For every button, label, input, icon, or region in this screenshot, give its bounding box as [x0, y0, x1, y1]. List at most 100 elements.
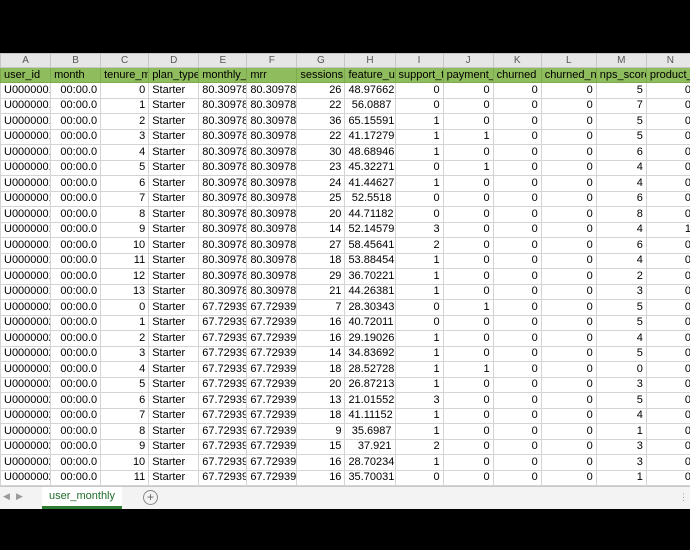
table-cell[interactable]: 0: [492, 438, 542, 455]
table-cell[interactable]: 29.19026: [344, 330, 396, 347]
table-cell[interactable]: 5: [595, 113, 647, 130]
table-cell[interactable]: U0000001: [0, 237, 52, 254]
table-cell[interactable]: Starter: [148, 268, 200, 285]
table-cell[interactable]: 16: [296, 314, 346, 331]
table-cell[interactable]: 0: [492, 345, 542, 362]
table-cell[interactable]: 7: [100, 190, 150, 207]
column-letter[interactable]: A: [0, 53, 52, 68]
table-cell[interactable]: 00:00.0: [50, 113, 102, 130]
table-cell[interactable]: 1: [442, 159, 494, 176]
table-cell[interactable]: 0: [492, 454, 542, 471]
table-cell[interactable]: U0000001: [0, 97, 52, 114]
table-cell[interactable]: Starter: [148, 144, 200, 161]
table-cell[interactable]: 0: [442, 268, 494, 285]
table-cell[interactable]: 80.30978: [198, 144, 248, 161]
column-letter[interactable]: E: [198, 53, 248, 68]
table-cell[interactable]: 00:00.0: [50, 299, 102, 316]
column-header[interactable]: payment_i: [442, 67, 494, 83]
table-cell[interactable]: 00:00.0: [50, 469, 102, 486]
table-cell[interactable]: 3: [394, 221, 444, 238]
table-cell[interactable]: 0: [645, 97, 690, 114]
table-cell[interactable]: 10: [100, 454, 150, 471]
table-cell[interactable]: 52.5518: [344, 190, 396, 207]
sheet-tab-user-monthly[interactable]: user_monthly: [42, 487, 122, 509]
table-cell[interactable]: 34.83692: [344, 345, 396, 362]
table-cell[interactable]: 00:00.0: [50, 128, 102, 145]
column-letter[interactable]: F: [246, 53, 298, 68]
table-cell[interactable]: 0: [442, 283, 494, 300]
table-cell[interactable]: U0000002: [0, 345, 52, 362]
table-cell[interactable]: 0: [645, 283, 690, 300]
table-cell[interactable]: 1: [394, 252, 444, 269]
table-cell[interactable]: 0: [645, 82, 690, 99]
table-cell[interactable]: 80.30978: [246, 97, 298, 114]
table-cell[interactable]: 30: [296, 144, 346, 161]
column-header[interactable]: nps_score: [595, 67, 647, 83]
table-cell[interactable]: 0: [645, 345, 690, 362]
table-cell[interactable]: 1: [442, 128, 494, 145]
table-cell[interactable]: 00:00.0: [50, 376, 102, 393]
table-cell[interactable]: 12: [100, 268, 150, 285]
table-cell[interactable]: 80.30978: [198, 97, 248, 114]
table-cell[interactable]: 0: [540, 469, 597, 486]
table-cell[interactable]: 0: [442, 392, 494, 409]
column-letter[interactable]: C: [100, 53, 150, 68]
table-cell[interactable]: 0: [492, 190, 542, 207]
table-cell[interactable]: 0: [645, 438, 690, 455]
column-header[interactable]: mrr: [246, 67, 298, 83]
table-cell[interactable]: Starter: [148, 345, 200, 362]
table-cell[interactable]: 0: [645, 392, 690, 409]
table-cell[interactable]: 16: [296, 454, 346, 471]
table-cell[interactable]: 3: [595, 438, 647, 455]
table-cell[interactable]: 16: [296, 469, 346, 486]
table-cell[interactable]: 48.68946: [344, 144, 396, 161]
table-cell[interactable]: 00:00.0: [50, 423, 102, 440]
table-cell[interactable]: 9: [100, 221, 150, 238]
column-header[interactable]: user_id: [0, 67, 52, 83]
column-letter[interactable]: H: [344, 53, 396, 68]
table-cell[interactable]: 2: [595, 268, 647, 285]
table-cell[interactable]: 4: [100, 144, 150, 161]
table-cell[interactable]: 1: [394, 175, 444, 192]
table-cell[interactable]: 0: [492, 159, 542, 176]
table-cell[interactable]: 0: [492, 361, 542, 378]
table-cell[interactable]: 0: [540, 299, 597, 316]
table-cell[interactable]: U0000001: [0, 206, 52, 223]
table-cell[interactable]: 0: [645, 407, 690, 424]
table-cell[interactable]: 80.30978: [246, 159, 298, 176]
table-cell[interactable]: Starter: [148, 190, 200, 207]
table-cell[interactable]: 0: [540, 190, 597, 207]
table-cell[interactable]: 53.88454: [344, 252, 396, 269]
table-cell[interactable]: Starter: [148, 283, 200, 300]
table-cell[interactable]: 4: [595, 221, 647, 238]
column-header[interactable]: month: [50, 67, 102, 83]
table-cell[interactable]: 0: [540, 345, 597, 362]
table-cell[interactable]: 0: [540, 159, 597, 176]
table-cell[interactable]: 80.30978: [246, 128, 298, 145]
table-cell[interactable]: 80.30978: [246, 221, 298, 238]
table-cell[interactable]: 1: [394, 376, 444, 393]
table-cell[interactable]: 4: [595, 407, 647, 424]
table-cell[interactable]: 67.72939: [198, 345, 248, 362]
table-cell[interactable]: 3: [100, 345, 150, 362]
table-cell[interactable]: 67.72939: [246, 454, 298, 471]
column-header[interactable]: feature_us: [344, 67, 396, 83]
table-cell[interactable]: 67.72939: [246, 345, 298, 362]
table-cell[interactable]: 0: [442, 97, 494, 114]
table-cell[interactable]: 7: [100, 407, 150, 424]
table-cell[interactable]: 41.17279: [344, 128, 396, 145]
table-cell[interactable]: 4: [595, 252, 647, 269]
table-cell[interactable]: 0: [394, 299, 444, 316]
column-header[interactable]: sessions: [296, 67, 346, 83]
table-cell[interactable]: 4: [595, 330, 647, 347]
table-cell[interactable]: 0: [492, 268, 542, 285]
table-cell[interactable]: 80.30978: [246, 237, 298, 254]
table-cell[interactable]: 0: [645, 175, 690, 192]
spreadsheet-grid[interactable]: ABCDEFGHIJKLMNuser_idmonthtenure_moplan_…: [0, 53, 690, 508]
table-cell[interactable]: U0000001: [0, 113, 52, 130]
table-cell[interactable]: 0: [492, 407, 542, 424]
table-cell[interactable]: U0000001: [0, 221, 52, 238]
table-cell[interactable]: 0: [540, 438, 597, 455]
column-header[interactable]: plan_type: [148, 67, 200, 83]
table-cell[interactable]: 1: [645, 221, 690, 238]
